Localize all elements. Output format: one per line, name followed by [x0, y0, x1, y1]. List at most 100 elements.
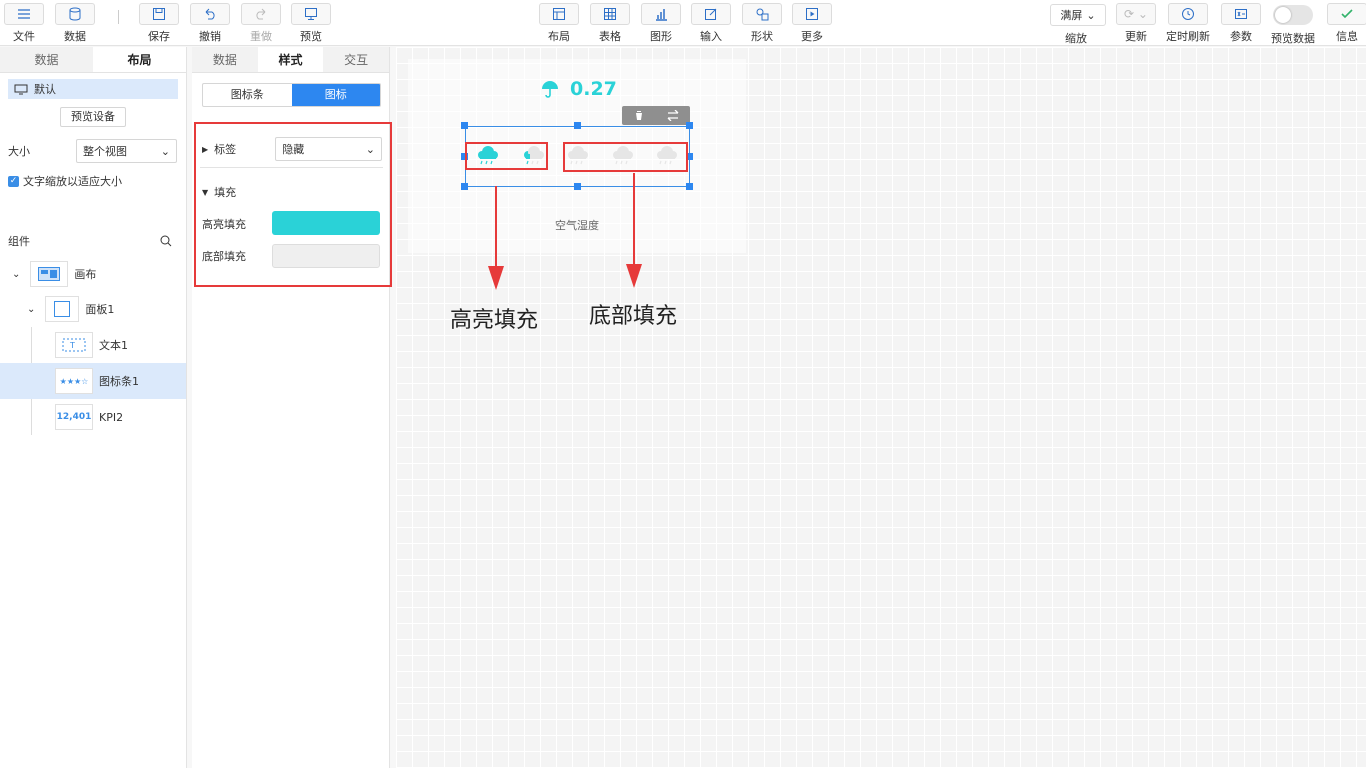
table-button[interactable]: 表格: [588, 3, 632, 43]
style-tabs: 数据 样式 交互: [192, 47, 390, 73]
menu-icon: [4, 3, 44, 25]
shapes-icon: [742, 3, 782, 25]
input-label: 输入: [700, 30, 722, 43]
tab-data[interactable]: 数据: [192, 47, 258, 72]
info-label: 信息: [1336, 30, 1358, 43]
shape-button[interactable]: 形状: [740, 3, 784, 43]
tree-item-text[interactable]: T 文本1: [0, 327, 186, 363]
widget-subtitle: 空气湿度: [555, 219, 599, 232]
layout-button[interactable]: 布局: [537, 3, 581, 43]
text-scale-row[interactable]: ✓ 文字缩放以适应大小: [0, 173, 186, 189]
resize-handle-t[interactable]: [574, 122, 581, 129]
save-button[interactable]: 保存: [137, 3, 181, 43]
preview-button[interactable]: 预览: [289, 3, 333, 43]
rain-cloud-empty-icon: [568, 146, 588, 165]
info-button[interactable]: 信息: [1325, 3, 1366, 43]
redo-icon: [241, 3, 281, 25]
table-label: 表格: [599, 30, 621, 43]
top-toolbar: 文件 数据 保存 撤销 重做 预览 布局 表格 图形 输入 形状 更多 满屏 ⌄…: [0, 0, 1366, 46]
icon-bar-widget: [478, 146, 677, 165]
size-select[interactable]: 整个视图 ⌄: [76, 139, 177, 163]
data-label: 数据: [64, 30, 86, 43]
tree-item-kpi[interactable]: 12,401 KPI2: [0, 399, 186, 435]
checkbox-checked-icon[interactable]: ✓: [8, 175, 19, 187]
divider: [200, 167, 383, 168]
preview-device-button[interactable]: 预览设备: [60, 107, 126, 127]
redo-button[interactable]: 重做: [239, 3, 283, 43]
arrow-down-icon: [488, 186, 504, 290]
label-value: 隐藏: [282, 143, 305, 156]
tab-interaction[interactable]: 交互: [323, 47, 390, 72]
zoom-value: 满屏: [1060, 9, 1083, 22]
tree-item-canvas[interactable]: ⌄ 画布: [0, 256, 186, 292]
highlight-fill-label: 高亮填充: [202, 218, 246, 231]
bar-chart-icon: [641, 3, 681, 25]
device-label: 默认: [34, 83, 56, 96]
resize-handle-tr[interactable]: [686, 122, 693, 129]
tab-style[interactable]: 样式: [257, 47, 324, 72]
data-button[interactable]: 数据: [53, 3, 97, 43]
segment-icon-bar[interactable]: 图标条: [203, 84, 292, 106]
undo-button[interactable]: 撤销: [188, 3, 232, 43]
arrow-down-icon: [626, 173, 642, 288]
layout-label: 布局: [548, 30, 570, 43]
components-label: 组件: [8, 235, 30, 248]
caret-right-icon[interactable]: ▶: [202, 145, 208, 154]
timed-refresh-button[interactable]: 定时刷新: [1166, 3, 1210, 43]
rain-cloud-empty-icon: [657, 146, 677, 165]
size-value: 整个视图: [83, 145, 127, 158]
umbrella-icon: [542, 81, 558, 98]
resize-handle-br[interactable]: [686, 183, 693, 190]
timed-refresh-label: 定时刷新: [1166, 30, 1210, 43]
style-segment: 图标条 图标: [202, 83, 381, 107]
tree-label-canvas: 画布: [74, 268, 97, 281]
fill-section-header[interactable]: ▼ 填充: [202, 184, 236, 200]
edit-icon: [691, 3, 731, 25]
left-tabs: 数据 布局: [0, 47, 186, 73]
bottom-fill-row: 底部填充: [202, 248, 246, 264]
zoom-select[interactable]: 满屏 ⌄: [1050, 4, 1106, 26]
label-label: 标签: [214, 143, 237, 156]
kpi-widget[interactable]: 0.27: [540, 78, 617, 100]
widget-mini-toolbar: [622, 106, 690, 125]
input-button[interactable]: 输入: [689, 3, 733, 43]
monitor-icon: [14, 84, 28, 94]
resize-handle-bl[interactable]: [461, 183, 468, 190]
file-button[interactable]: 文件: [2, 3, 46, 43]
more-label: 更多: [801, 30, 823, 43]
chart-button[interactable]: 图形: [639, 3, 683, 43]
tree-item-icon-bar[interactable]: ★★★☆ 图标条1: [0, 363, 186, 399]
more-button[interactable]: 更多: [790, 3, 834, 43]
annotation-bottom-fill: 底部填充: [589, 304, 678, 329]
params-button[interactable]: 参数: [1219, 3, 1263, 43]
preview-data-toggle[interactable]: [1273, 5, 1313, 25]
caret-down-icon: ▼: [202, 187, 209, 197]
save-icon: [139, 3, 179, 25]
table-icon: [590, 3, 630, 25]
file-label: 文件: [13, 30, 35, 43]
segment-icon[interactable]: 图标: [291, 84, 380, 106]
resize-handle-b[interactable]: [574, 183, 581, 190]
search-icon[interactable]: [160, 235, 172, 247]
svg-text:T: T: [69, 341, 75, 350]
refresh-icon: ⟳ ⌄: [1116, 3, 1156, 25]
refresh-label: 更新: [1125, 30, 1147, 43]
params-label: 参数: [1230, 30, 1252, 43]
rain-cloud-partial-icon: [524, 146, 544, 165]
device-item-default[interactable]: 默认: [8, 79, 178, 99]
tab-data[interactable]: 数据: [0, 47, 93, 72]
text-thumb-icon: T: [55, 332, 93, 358]
label-row: ▶ 标签 隐藏 ⌄: [202, 137, 382, 161]
trash-icon[interactable]: [634, 110, 644, 121]
tab-layout[interactable]: 布局: [93, 47, 186, 72]
swap-icon[interactable]: [667, 110, 679, 121]
size-label: 大小: [8, 145, 30, 158]
resize-handle-tl[interactable]: [461, 122, 468, 129]
refresh-button[interactable]: ⟳ ⌄ 更新: [1114, 3, 1158, 43]
tree-item-panel[interactable]: ⌄ 面板1: [0, 291, 186, 327]
highlight-fill-swatch[interactable]: [272, 211, 380, 235]
fill-label: 填充: [214, 186, 237, 199]
bottom-fill-swatch[interactable]: [272, 244, 380, 268]
preview-icon: [291, 3, 331, 25]
label-select[interactable]: 隐藏 ⌄: [275, 137, 382, 161]
